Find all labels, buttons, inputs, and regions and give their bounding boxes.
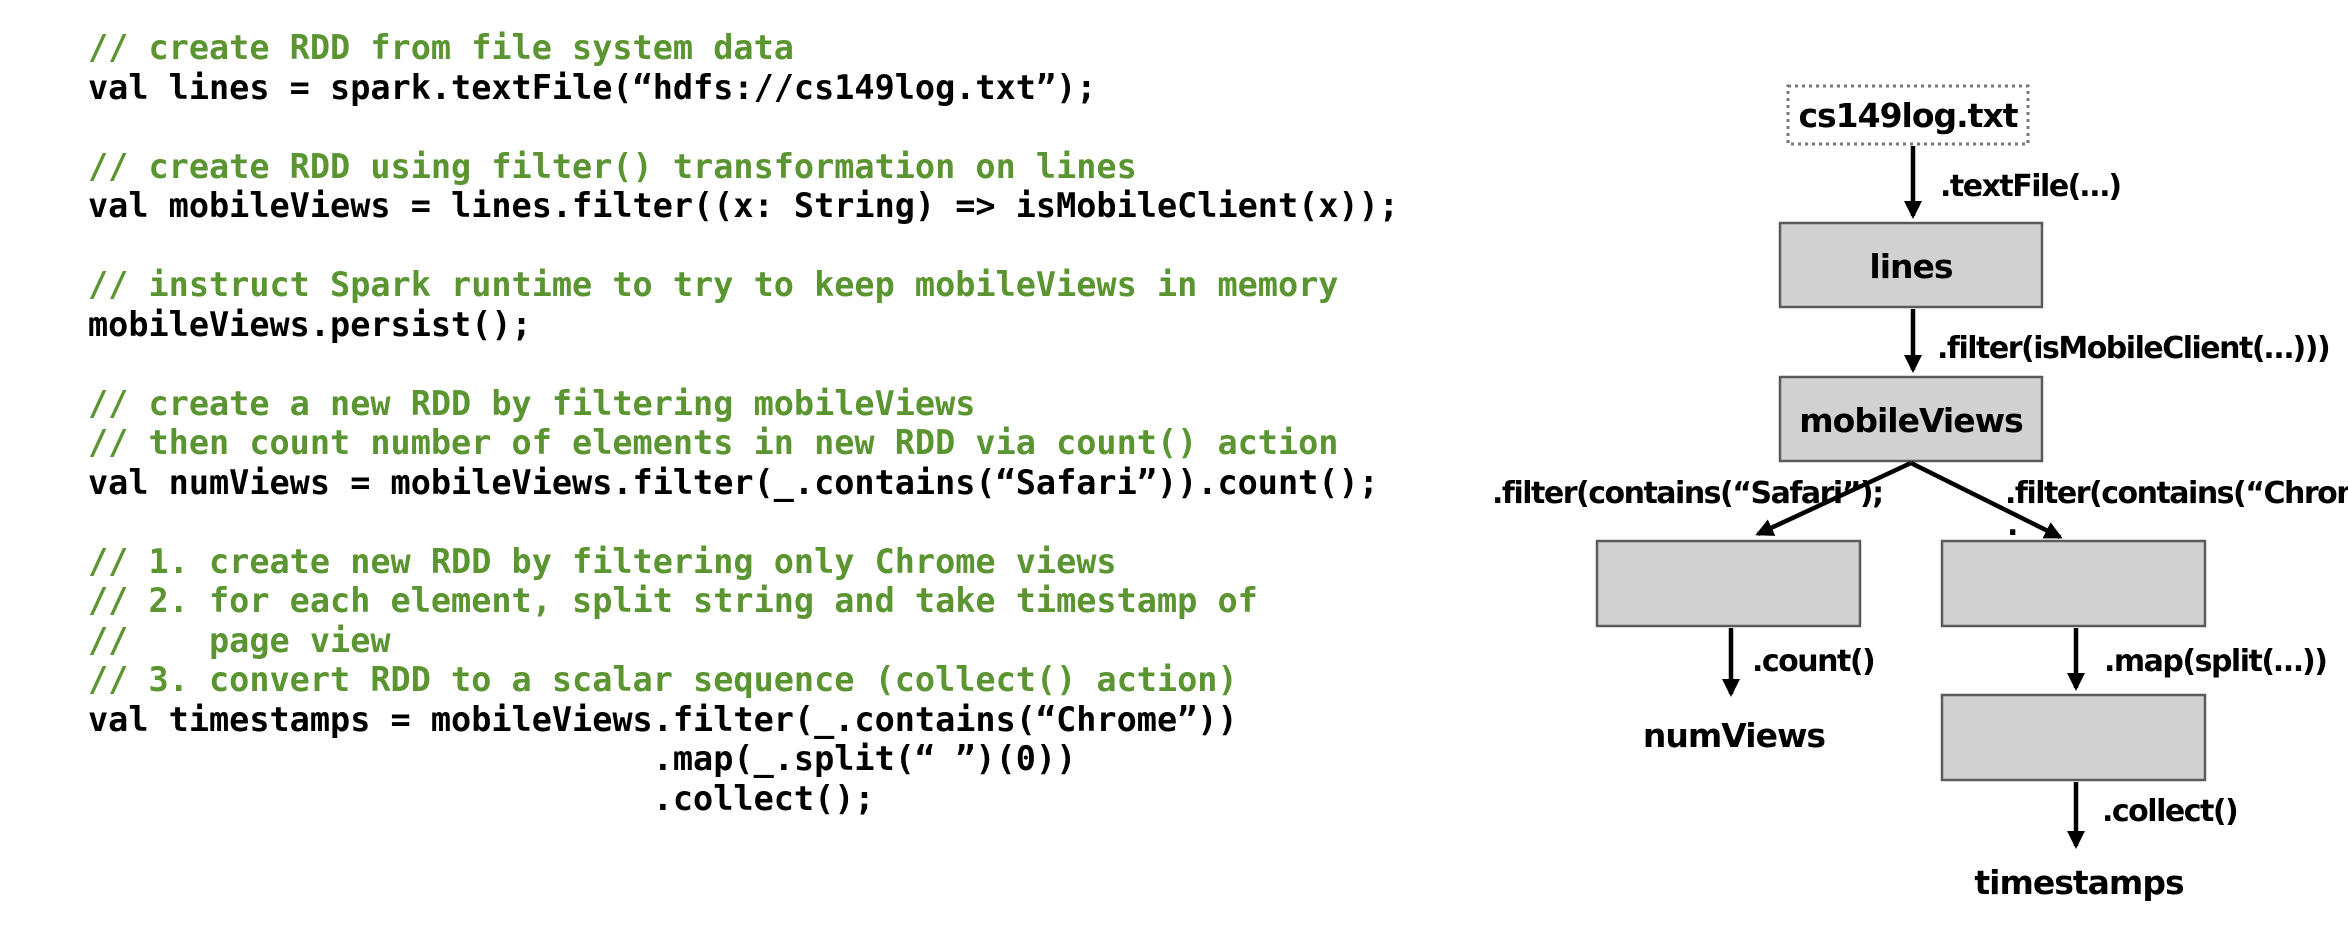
numviews-output: numViews [1643,716,1826,755]
map-split-edge-label: .map(split(…)) [2104,644,2326,679]
filter-chrome-edge-label: .filter(contains(“Chrome”) [2005,476,2348,511]
filter-safari-edge-label: .filter(contains(“Safari”); [1492,476,1883,511]
rdd-lineage-diagram: cs149log.txt .textFile(…) lines .filter(… [1492,84,2348,902]
chrome-rdd-node [1940,539,2207,628]
source-file-label: cs149log.txt [1798,96,2018,135]
lines-node-label: lines [1869,247,1952,286]
collect-edge-label: .collect() [2102,794,2237,829]
textfile-edge-label: .textFile(…) [1940,169,2121,204]
filter-chrome-edge-label-tail: . [2007,508,2017,543]
count-edge-label: .count() [1752,644,1874,679]
mobileviews-node-label: mobileViews [1799,401,2023,440]
timestamps-output: timestamps [1974,863,2184,902]
safari-rdd-node [1595,539,1862,628]
mapped-rdd-node [1940,693,2207,782]
filter-mobile-edge-label: .filter(isMobileClient(…))) [1937,331,2329,366]
